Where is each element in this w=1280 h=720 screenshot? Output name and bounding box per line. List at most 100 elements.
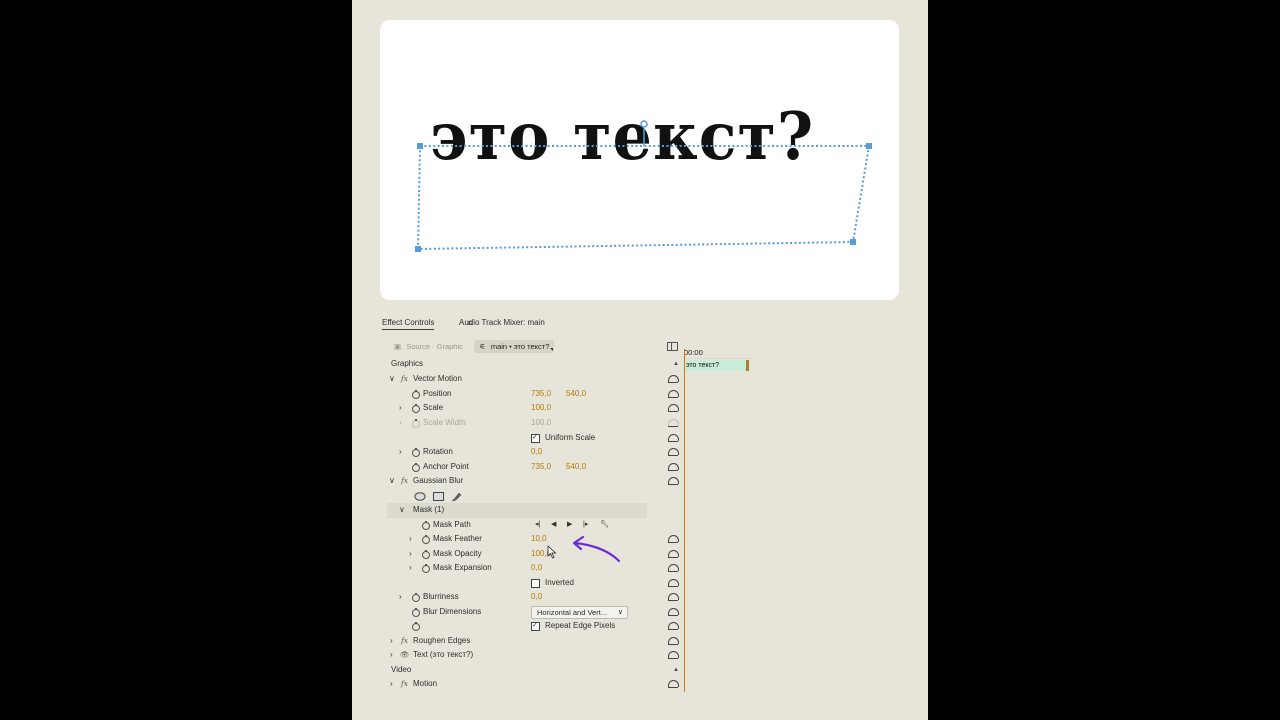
reset-icon[interactable] xyxy=(668,535,679,543)
stopwatch-icon[interactable] xyxy=(422,549,430,559)
clip-end-handle[interactable] xyxy=(746,360,749,371)
sequence-icon: ⚟ xyxy=(479,342,486,351)
source-bar: ▣ Source · Graphic ⚟ main • это текст? xyxy=(387,337,683,355)
reset-icon[interactable] xyxy=(668,477,679,485)
blurriness-value[interactable]: 0,0 xyxy=(531,590,542,605)
mask-group-row[interactable]: ∨ Mask (1) xyxy=(387,503,647,518)
ellipse-mask-icon[interactable] xyxy=(414,492,426,501)
stopwatch-icon[interactable] xyxy=(412,592,420,602)
layer-text[interactable]: › 👁︎ Text (это текст?) xyxy=(387,648,683,663)
program-monitor[interactable]: это текст? xyxy=(380,20,899,300)
timecode: 00:00 xyxy=(684,348,703,357)
repeat-edge-checkbox[interactable] xyxy=(531,619,540,634)
scale-value[interactable]: 100,0 xyxy=(531,401,551,416)
tab-effect-controls[interactable]: Effect Controls xyxy=(382,318,435,330)
effect-timeline[interactable]: 00:00 это текст? xyxy=(683,345,755,695)
reset-icon[interactable] xyxy=(668,434,679,442)
position-x-value[interactable]: 735,0 xyxy=(531,387,551,402)
mask-outline[interactable] xyxy=(380,20,899,300)
effect-vector-motion[interactable]: ∨ fx Vector Motion xyxy=(387,372,683,387)
anchor-y-value[interactable]: 540,0 xyxy=(566,460,586,475)
reset-icon[interactable] xyxy=(668,375,679,383)
chevron-right-icon[interactable]: › xyxy=(409,532,412,547)
inverted-checkbox[interactable] xyxy=(531,579,540,588)
effect-roughen-edges[interactable]: › fx Roughen Edges xyxy=(387,634,683,649)
stopwatch-icon[interactable] xyxy=(412,447,420,457)
anchor-x-value[interactable]: 735,0 xyxy=(531,460,551,475)
chevron-right-icon[interactable]: › xyxy=(409,547,412,562)
playhead[interactable] xyxy=(684,349,685,692)
chevron-right-icon[interactable]: › xyxy=(399,401,402,416)
chevron-right-icon[interactable]: › xyxy=(390,648,393,663)
sequence-dropdown[interactable]: ⚟ main • это текст? xyxy=(474,340,555,353)
stopwatch-icon[interactable] xyxy=(422,520,430,530)
chevron-right-icon[interactable]: › xyxy=(390,677,393,692)
mask-expansion-value[interactable]: 0,0 xyxy=(531,561,542,576)
track-forward-all-icon[interactable]: |▸ xyxy=(583,518,588,533)
reset-icon[interactable] xyxy=(668,608,679,616)
track-backward-icon[interactable]: ◀ xyxy=(551,518,556,533)
wrench-icon[interactable]: 🔧︎ xyxy=(600,518,609,533)
scroll-up-icon[interactable]: ▲ xyxy=(673,357,679,372)
reset-icon[interactable] xyxy=(668,550,679,558)
effect-motion[interactable]: › fx Motion xyxy=(387,677,683,692)
pen-mask-icon[interactable] xyxy=(451,492,462,502)
fx-icon[interactable]: fx xyxy=(401,634,408,649)
position-y-value[interactable]: 540,0 xyxy=(566,387,586,402)
reset-icon[interactable] xyxy=(668,622,679,630)
panel-layout-icon[interactable] xyxy=(667,342,678,351)
stopwatch-icon[interactable] xyxy=(412,389,420,399)
app-stage: это текст? Effect Controls ≡ Audio Track… xyxy=(352,0,928,720)
chevron-right-icon[interactable]: › xyxy=(399,416,402,431)
fx-icon[interactable]: fx xyxy=(401,474,408,489)
reset-icon[interactable] xyxy=(668,404,679,412)
param-mask-expansion: › Mask Expansion 0,0 xyxy=(387,561,683,576)
stopwatch-icon[interactable] xyxy=(412,462,420,472)
param-blur-dimensions: Blur Dimensions Horizontal and Vert... ∨ xyxy=(387,605,683,620)
stopwatch-icon[interactable] xyxy=(412,621,420,631)
reset-icon[interactable] xyxy=(668,448,679,456)
param-rotation: › Rotation 0,0 xyxy=(387,445,683,460)
track-backward-all-icon[interactable]: ◂| xyxy=(535,518,540,533)
chevron-down-icon[interactable]: ∨ xyxy=(389,474,395,489)
param-anchor-point: Anchor Point 735,0 540,0 xyxy=(387,460,683,475)
track-forward-icon[interactable]: ▶ xyxy=(567,518,572,533)
stopwatch-icon[interactable] xyxy=(422,563,430,573)
chevron-down-icon[interactable]: ∨ xyxy=(399,503,405,518)
chevron-right-icon[interactable]: › xyxy=(390,634,393,649)
chevron-right-icon[interactable]: › xyxy=(399,445,402,460)
source-tab[interactable]: ▣ Source · Graphic xyxy=(389,340,468,353)
rotation-value[interactable]: 0,0 xyxy=(531,445,542,460)
blur-dimensions-select[interactable]: Horizontal and Vert... ∨ xyxy=(531,606,628,619)
reset-icon[interactable] xyxy=(668,651,679,659)
param-mask-feather: › Mask Feather 10,0 xyxy=(387,532,683,547)
stopwatch-icon[interactable] xyxy=(412,607,420,617)
param-mask-path: Mask Path ◂| ◀ ▶ |▸ 🔧︎ xyxy=(387,518,683,533)
stopwatch-icon[interactable] xyxy=(412,403,420,413)
scroll-up-icon[interactable]: ▲ xyxy=(673,663,679,678)
chevron-right-icon[interactable]: › xyxy=(409,561,412,576)
reset-icon[interactable] xyxy=(668,593,679,601)
param-uniform-scale: Uniform Scale xyxy=(387,431,683,446)
effect-gaussian-blur[interactable]: ∨ fx Gaussian Blur xyxy=(387,474,683,489)
chevron-right-icon[interactable]: › xyxy=(399,590,402,605)
reset-icon[interactable] xyxy=(668,564,679,572)
chevron-down-icon[interactable]: ∨ xyxy=(389,372,395,387)
uniform-scale-checkbox[interactable] xyxy=(531,431,540,446)
fx-icon[interactable]: fx xyxy=(401,372,408,387)
mask-path-shape xyxy=(416,145,871,251)
reset-icon[interactable] xyxy=(668,579,679,587)
mask-feather-value[interactable]: 10,0 xyxy=(531,532,547,547)
rectangle-mask-icon[interactable] xyxy=(433,492,444,501)
reset-icon[interactable] xyxy=(668,463,679,471)
eye-icon[interactable]: 👁︎ xyxy=(400,648,410,663)
mask-rotation-handle xyxy=(640,120,648,146)
tab-audio-track-mixer[interactable]: Audio Track Mixer: main xyxy=(459,318,545,327)
param-blurriness: › Blurriness 0,0 xyxy=(387,590,683,605)
reset-icon[interactable] xyxy=(668,680,679,688)
stopwatch-icon[interactable] xyxy=(422,534,430,544)
reset-icon[interactable] xyxy=(668,637,679,645)
reset-icon[interactable] xyxy=(668,390,679,398)
timeline-clip[interactable]: это текст? xyxy=(685,360,750,371)
fx-icon[interactable]: fx xyxy=(401,677,408,692)
